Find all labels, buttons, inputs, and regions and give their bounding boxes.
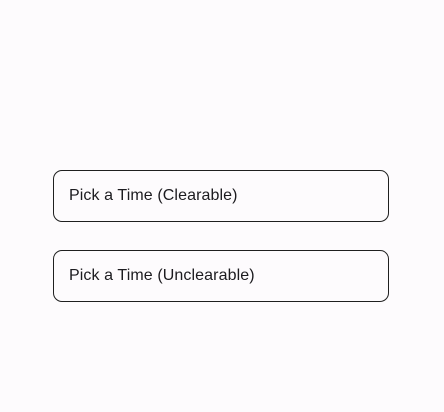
time-picker-clearable-label: Pick a Time (Clearable) [69, 187, 238, 204]
time-picker-unclearable-label: Pick a Time (Unclearable) [69, 267, 255, 284]
time-picker-unclearable[interactable]: Pick a Time (Unclearable) [53, 250, 389, 302]
time-picker-clearable[interactable]: Pick a Time (Clearable) [53, 170, 389, 222]
